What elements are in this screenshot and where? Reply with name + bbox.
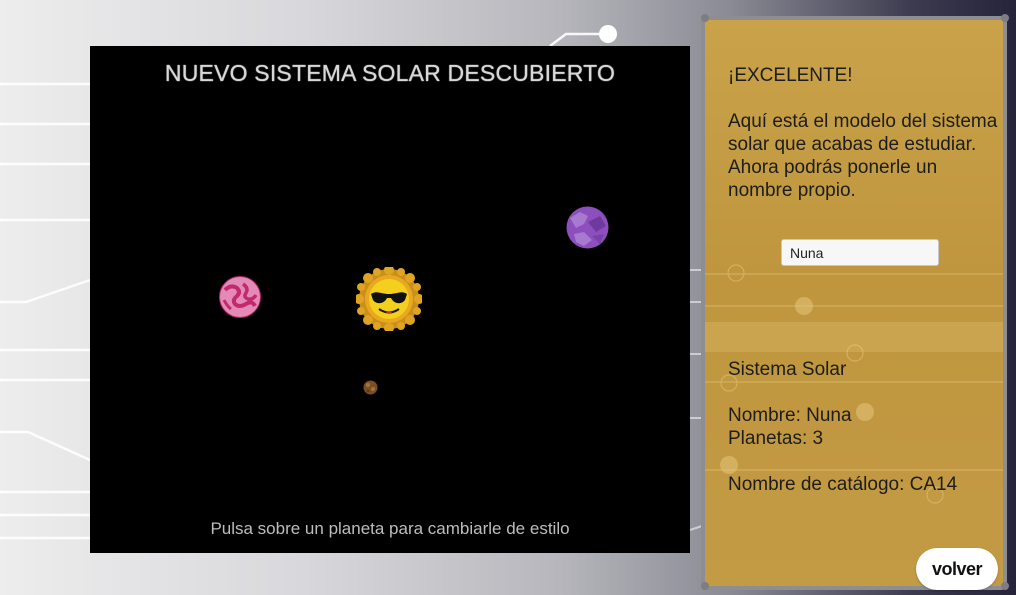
sun-icon bbox=[356, 267, 422, 331]
panel-corner-dot bbox=[1001, 582, 1009, 590]
back-button[interactable]: volver bbox=[916, 548, 998, 590]
info-planets: Planetas: 3 bbox=[728, 428, 824, 449]
brown-planet-icon bbox=[363, 380, 378, 395]
panel-corner-dot bbox=[701, 582, 709, 590]
planet-purple[interactable] bbox=[566, 206, 609, 249]
viewport-hint: Pulsa sobre un planeta para cambiarle de… bbox=[210, 519, 570, 538]
viewport-title: NUEVO SISTEMA SOLAR DESCUBIERTO bbox=[164, 60, 616, 86]
panel-corner-dot bbox=[701, 14, 709, 22]
panel-description: Aquí está el modelo del sistema solar qu… bbox=[728, 111, 998, 201]
panel-circuit-decoration bbox=[705, 264, 1003, 504]
sun-sunglasses[interactable] bbox=[356, 267, 422, 331]
panel-heading: ¡EXCELENTE! bbox=[728, 65, 853, 86]
solar-system-viewport: NUEVO SISTEMA SOLAR DESCUBIERTO Pulsa so… bbox=[90, 46, 690, 553]
info-catalog: Nombre de catálogo: CA14 bbox=[728, 474, 958, 495]
panel-corner-dot bbox=[1001, 14, 1009, 22]
info-title: Sistema Solar bbox=[728, 359, 847, 380]
info-name: Nombre: Nuna bbox=[728, 405, 852, 426]
info-panel: ¡EXCELENTE! Aquí está el modelo del sist… bbox=[701, 16, 1007, 590]
planet-brown-small[interactable] bbox=[363, 380, 378, 395]
panel-separator bbox=[705, 322, 1003, 352]
purple-planet-icon bbox=[566, 206, 609, 249]
planet-pink[interactable] bbox=[219, 276, 261, 318]
system-name-input[interactable] bbox=[781, 239, 939, 266]
pink-planet-icon bbox=[219, 276, 261, 318]
